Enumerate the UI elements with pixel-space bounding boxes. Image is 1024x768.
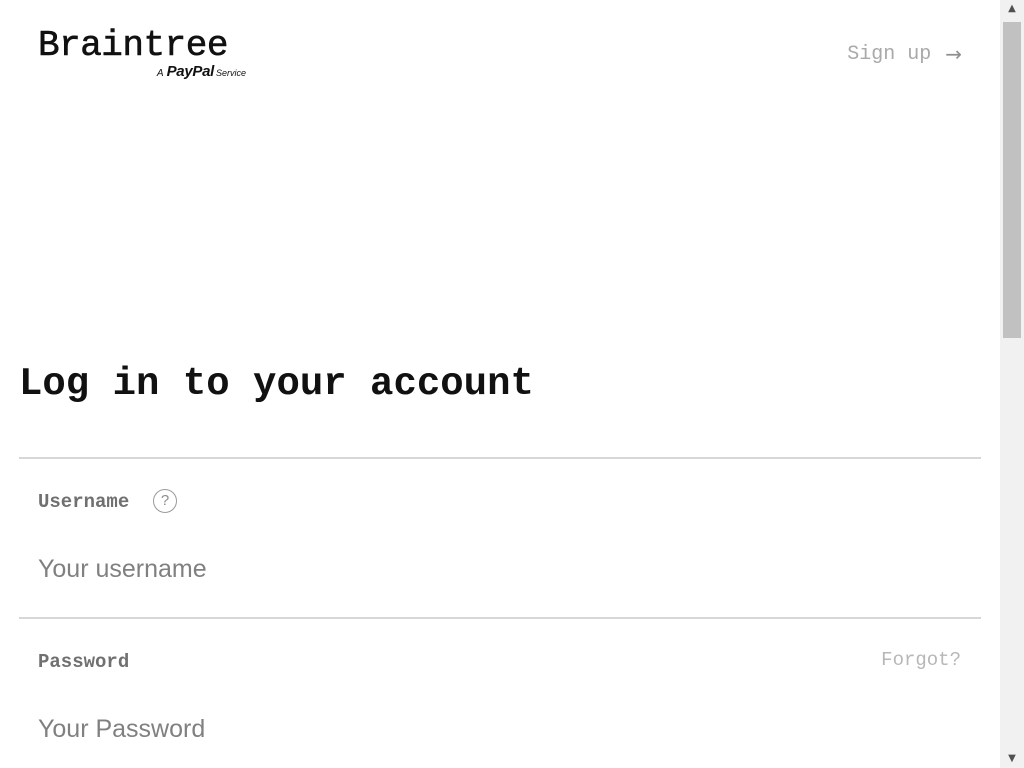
logo-tagline-prefix: A bbox=[156, 68, 164, 79]
braintree-logo[interactable]: Braintree A PayPal Service bbox=[38, 25, 250, 86]
logo-tagline-suffix: Service bbox=[215, 68, 246, 78]
logo-tagline-brand: PayPal bbox=[166, 63, 215, 80]
username-field: Username ? bbox=[19, 457, 981, 619]
logo-wordmark: Braintree bbox=[38, 25, 229, 66]
arrow-right-icon: → bbox=[945, 42, 962, 66]
username-input[interactable] bbox=[38, 555, 938, 584]
scroll-up-icon[interactable]: ▲ bbox=[1000, 0, 1024, 18]
page-title: Log in to your account bbox=[19, 362, 534, 406]
password-label: Password bbox=[38, 651, 130, 673]
username-label: Username bbox=[38, 491, 130, 513]
scroll-down-icon[interactable]: ▼ bbox=[1000, 750, 1024, 768]
sign-up-label: Sign up bbox=[847, 42, 932, 66]
logo-tagline: A PayPal Service bbox=[157, 63, 246, 81]
sign-up-link[interactable]: Sign up → bbox=[847, 42, 962, 66]
scrollbar-thumb[interactable] bbox=[1003, 22, 1021, 338]
password-input[interactable] bbox=[38, 715, 938, 744]
password-field: Password Forgot? bbox=[19, 617, 981, 768]
vertical-scrollbar[interactable]: ▲ ▼ bbox=[1000, 0, 1024, 768]
help-icon[interactable]: ? bbox=[153, 489, 177, 513]
forgot-password-link[interactable]: Forgot? bbox=[881, 649, 961, 671]
page: Braintree A PayPal Service Sign up → Log i… bbox=[0, 0, 1000, 768]
